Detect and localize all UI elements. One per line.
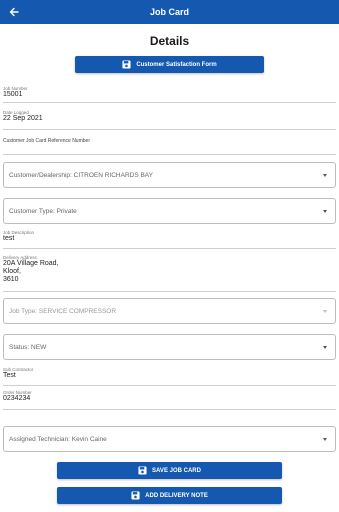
customer-dealership-dropdown[interactable]: Customer/Dealership: CITROEN RICHARDS BA…: [3, 162, 336, 188]
job-number-value: 15001: [3, 91, 23, 98]
job-number-field[interactable]: Job Number 15001: [3, 86, 336, 103]
divider: [3, 154, 336, 155]
job-description-field[interactable]: Job Description test: [3, 230, 336, 250]
customer-satisfaction-form-label: Customer Satisfaction Form: [136, 61, 217, 68]
page-heading: Details: [149, 34, 190, 48]
back-arrow-icon[interactable]: [6, 4, 22, 20]
save-job-card-button[interactable]: SAVE JOB CARD: [57, 462, 282, 479]
assigned-technician-value: Assigned Technician: Kevin Caine: [9, 435, 107, 443]
divider: [3, 248, 336, 249]
dropdown-arrow-icon: [323, 174, 327, 177]
save-icon: [131, 491, 140, 500]
sub-contractor-value: Test: [3, 372, 16, 379]
save-icon: [122, 60, 131, 69]
customer-reference-field[interactable]: Customer Job Card Reference Number: [3, 138, 336, 155]
dropdown-arrow-icon: [323, 310, 327, 313]
customer-dealership-value: Customer/Dealership: CITROEN RICHARDS BA…: [9, 171, 153, 179]
app-bar: Job Card: [0, 0, 339, 24]
add-delivery-note-label: ADD DELIVERY NOTE: [145, 492, 208, 499]
date-logged-field[interactable]: Date Logged 22 Sep 2021: [3, 110, 336, 130]
app-title: Job Card: [149, 7, 189, 17]
save-icon: [138, 466, 147, 475]
status-value: Status: NEW: [9, 343, 47, 351]
save-job-card-label: SAVE JOB CARD: [152, 467, 201, 474]
add-delivery-note-button[interactable]: ADD DELIVERY NOTE: [57, 487, 282, 504]
dropdown-arrow-icon: [323, 210, 327, 213]
status-dropdown[interactable]: Status: NEW: [3, 334, 336, 360]
divider: [3, 129, 336, 130]
dropdown-arrow-icon: [323, 346, 327, 349]
assigned-technician-dropdown[interactable]: Assigned Technician: Kevin Caine: [3, 426, 336, 452]
job-description-value: test: [3, 235, 15, 242]
divider: [3, 385, 336, 386]
delivery-address-value: 20A Village Road, Kloof, 3610: [3, 260, 59, 283]
divider: [3, 409, 336, 410]
customer-type-dropdown[interactable]: Customer Type: Private: [3, 198, 336, 224]
customer-satisfaction-form-button[interactable]: Customer Satisfaction Form: [75, 56, 264, 73]
divider: [3, 291, 336, 292]
delivery-address-field[interactable]: Delivery Address 20A Village Road, Kloof…: [3, 255, 336, 293]
sub-contractor-field[interactable]: Sub Contractor Test: [3, 367, 336, 387]
order-number-field[interactable]: Order Number 0234234: [3, 390, 336, 410]
divider: [3, 102, 336, 103]
job-type-dropdown[interactable]: Job Type: SERVICE COMPRESSOR: [3, 298, 336, 324]
customer-type-value: Customer Type: Private: [9, 207, 77, 215]
date-logged-value: 22 Sep 2021: [3, 115, 43, 122]
job-type-value: Job Type: SERVICE COMPRESSOR: [9, 307, 117, 315]
dropdown-arrow-icon: [323, 438, 327, 441]
order-number-value: 0234234: [3, 395, 31, 402]
customer-reference-label: Customer Job Card Reference Number: [3, 138, 90, 144]
